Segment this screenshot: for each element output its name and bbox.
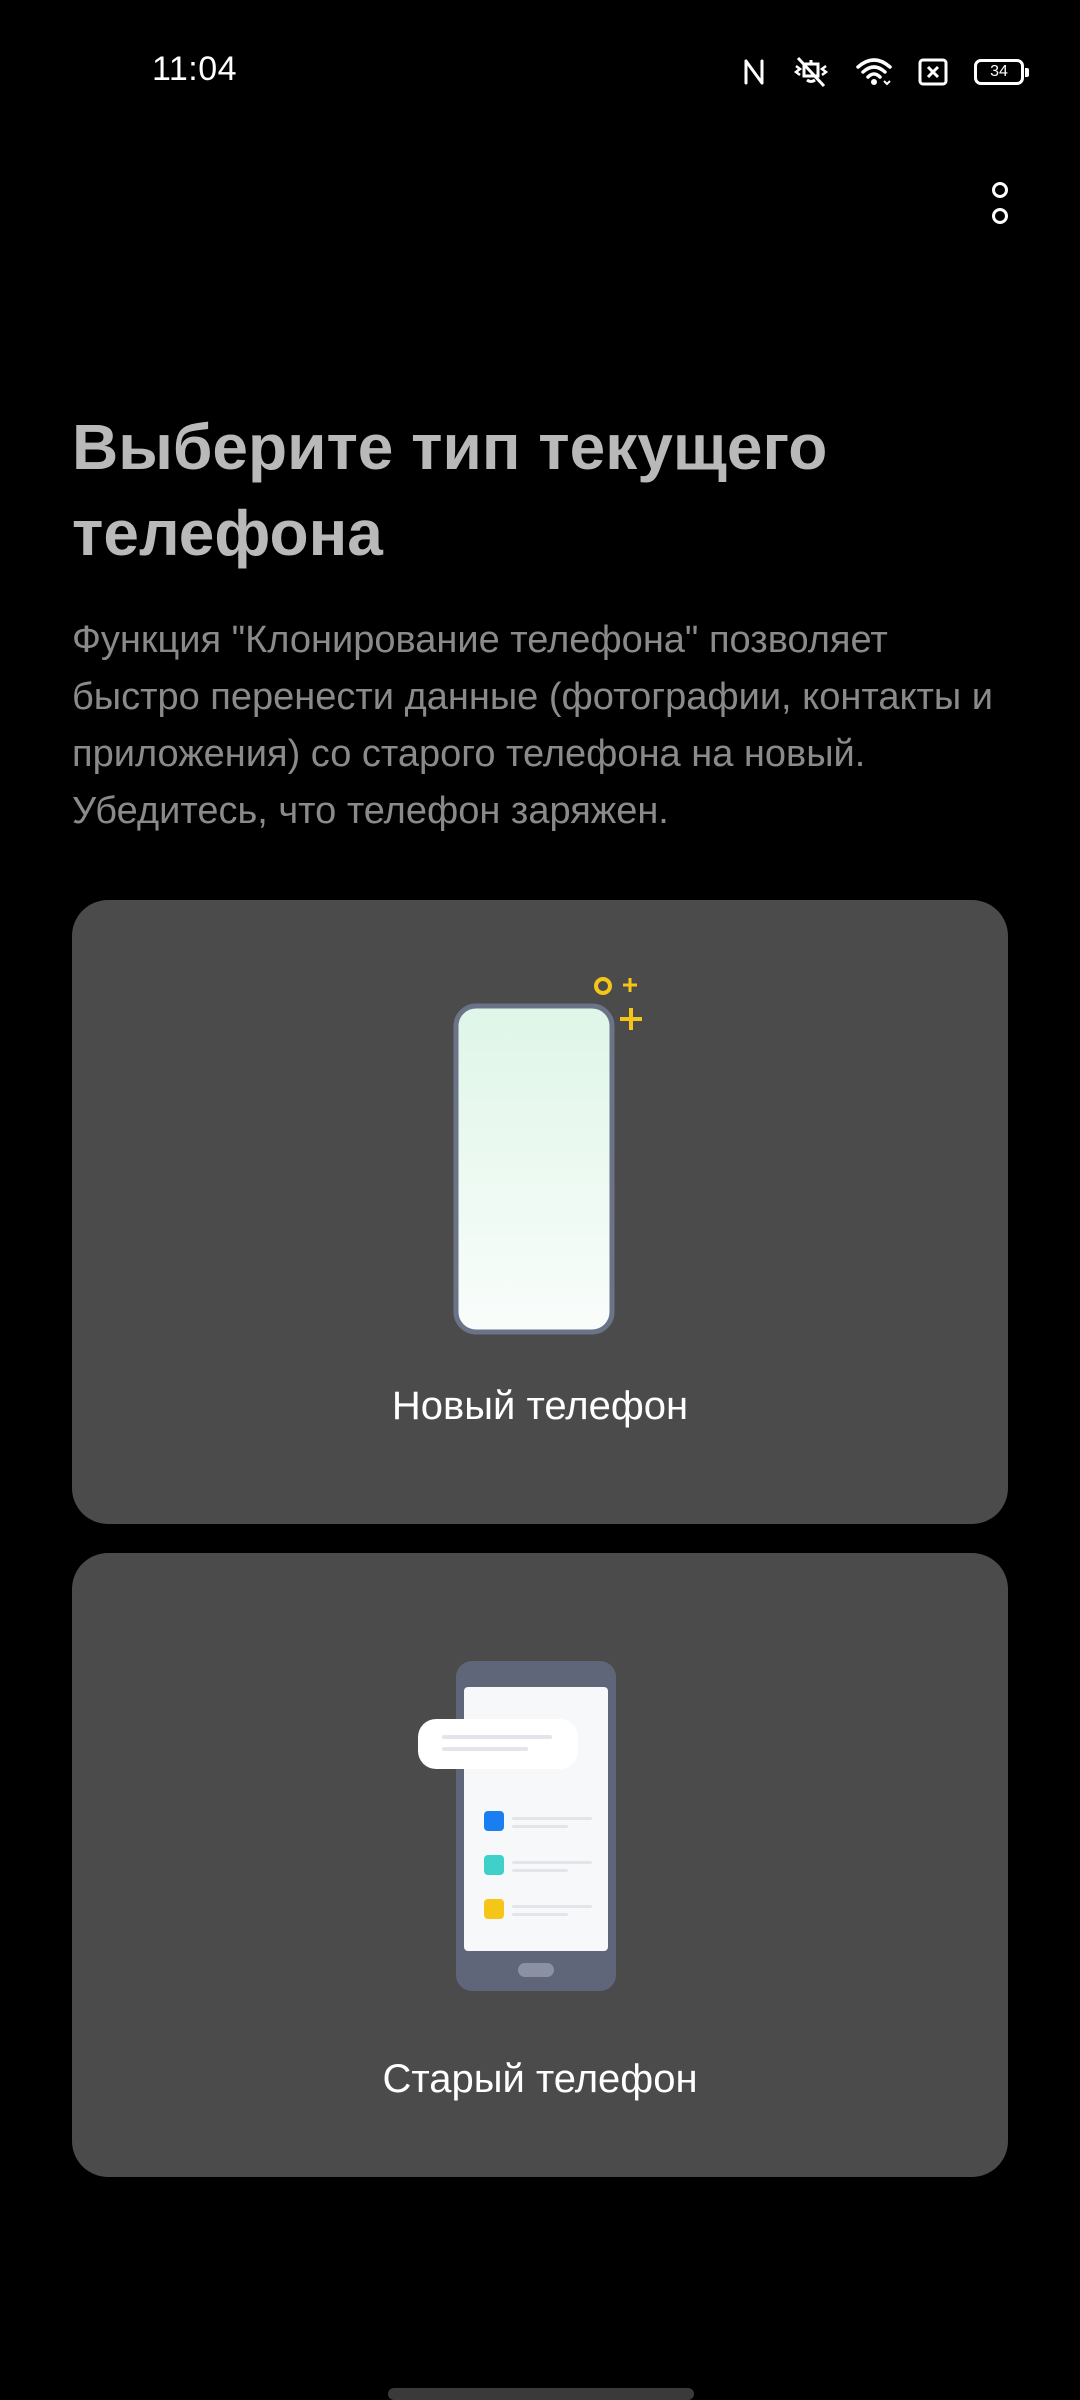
more-vertical-icon-dot: [992, 208, 1008, 224]
sim-off-icon: [918, 58, 948, 86]
phone-clone-screen: 11:04 34 Выберите тип текущего телефона …: [0, 0, 1080, 2400]
page-title: Выберите тип текущего телефона: [72, 411, 828, 569]
battery-icon: 34: [974, 59, 1029, 85]
old-phone-option-card[interactable]: Старый телефон: [72, 1553, 1008, 2177]
new-phone-label: Новый телефон: [391, 1384, 689, 1428]
new-phone-illustration: [453, 977, 642, 1335]
status-bar: 11:04 34: [0, 0, 1080, 140]
home-indicator[interactable]: [388, 2388, 694, 2400]
old-phone-illustration: [418, 1661, 616, 1991]
battery-level: 34: [990, 63, 1008, 80]
more-vertical-icon: [992, 182, 1008, 198]
status-icons: 34: [742, 52, 1029, 92]
more-options-button[interactable]: [970, 168, 1030, 238]
wifi-icon: [856, 57, 892, 87]
new-phone-option-card[interactable]: Новый телефон: [72, 900, 1008, 1524]
vibrate-mute-icon: [792, 56, 830, 88]
old-phone-label: Старый телефон: [382, 2057, 698, 2101]
nfc-icon: [742, 57, 766, 87]
status-time: 11:04: [152, 50, 238, 88]
page-description: Функция "Клонирование телефона" позволяе…: [72, 619, 993, 832]
